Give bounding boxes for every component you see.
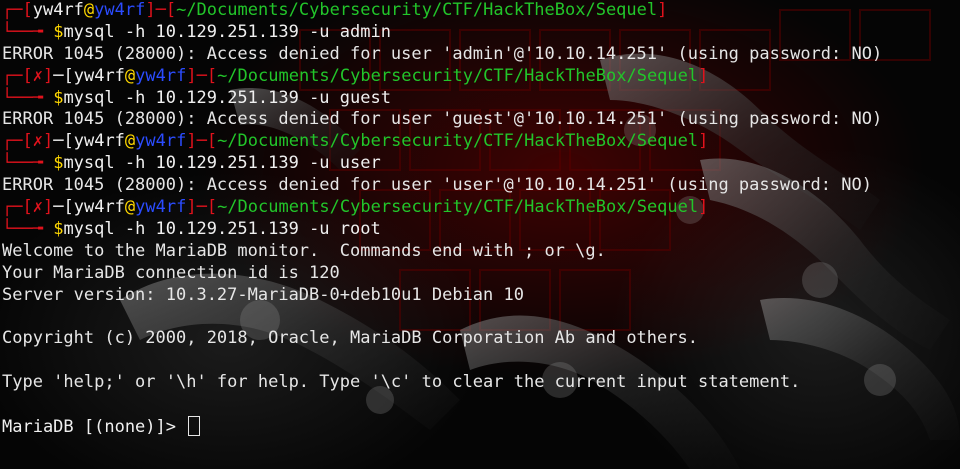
command-line: └──╼ $mysql -h 10.129.251.139 -u guest [2,88,960,110]
terminal-window[interactable]: ┌─[yw4rf@yw4rf]─[~/Documents/Cybersecuri… [0,0,960,469]
command-text: mysql -h 10.129.251.139 -u root [63,218,381,239]
prompt-host: yw4rf [135,131,187,152]
prompt-corner: ┌─ [2,197,23,218]
terminal-output: ┌─[yw4rf@yw4rf]─[~/Documents/Cybersecuri… [2,0,960,438]
prompt-corner: └──╼ [2,87,54,108]
prompt-symbol: $ [53,153,64,174]
prompt-bracket: ] [42,197,54,218]
prompt-at: @ [124,131,136,152]
prompt-bracket: [ [63,131,74,152]
prompt-symbol: $ [53,218,64,239]
output-line: Copyright (c) 2000, 2018, Oracle, MariaD… [2,328,698,349]
prompt-corner: ┌─ [2,65,23,86]
command-line: └──╼ $mysql -h 10.129.251.139 -u user [2,153,960,175]
command-text: mysql -h 10.129.251.139 -u guest [63,87,391,108]
prompt-corner: └──╼ [2,218,54,239]
prompt-host: yw4rf [94,0,146,20]
prompt-at: @ [83,0,95,20]
output-line: Server version: 10.3.27-MariaDB-0+deb10u… [2,284,524,305]
prompt-bracket: ]─[ [186,131,218,152]
prompt-user: yw4rf [73,197,125,218]
output-line: ERROR 1045 (28000): Access denied for us… [2,109,883,130]
prompt-bracket: ] [42,65,54,86]
mysql-prompt: MariaDB [(none)]> [2,416,187,437]
prompt-bracket: [ [22,197,33,218]
output-line: ERROR 1045 (28000): Access denied for us… [2,175,872,196]
prompt-path: ~/Documents/Cybersecurity/CTF/HackTheBox… [176,0,658,20]
prompt-corner: ┌─ [2,131,23,152]
prompt-path: ~/Documents/Cybersecurity/CTF/HackTheBox… [217,131,699,152]
prompt-bracket: [ [22,0,33,20]
prompt-bracket: [ [63,197,74,218]
prompt-bracket: ]─[ [186,197,218,218]
output-line: ERROR 1045 (28000): Access denied for us… [2,43,883,64]
exit-fail-mark: ✗ [32,197,43,218]
prompt-bracket: ] [698,197,709,218]
output-line: Welcome to the MariaDB monitor. Commands… [2,240,606,261]
prompt-dash: ─ [53,65,64,86]
prompt-host: yw4rf [135,197,187,218]
prompt-bracket: ]─[ [145,0,177,20]
prompt-bracket: [ [22,131,33,152]
prompt-bracket: ] [698,131,709,152]
prompt-bracket: ] [42,131,54,152]
prompt-bracket: ] [657,0,668,20]
output-line: Type 'help;' or '\h' for help. Type '\c'… [2,372,801,393]
prompt-at: @ [124,65,136,86]
prompt-user: yw4rf [73,65,125,86]
prompt-bracket: ]─[ [186,65,218,86]
exit-fail-mark: ✗ [32,131,43,152]
prompt-header-line: ┌─[✗]─[yw4rf@yw4rf]─[~/Documents/Cyberse… [2,66,960,88]
command-text: mysql -h 10.129.251.139 -u user [63,153,381,174]
command-text: mysql -h 10.129.251.139 -u admin [63,21,391,42]
output-line: Your MariaDB connection id is 120 [2,262,340,283]
prompt-dash: ─ [53,197,64,218]
prompt-user: yw4rf [32,0,84,20]
command-line: └──╼ $mysql -h 10.129.251.139 -u admin [2,22,960,44]
text-cursor[interactable] [188,415,201,436]
prompt-corner: ┌─ [2,0,23,20]
prompt-dash: ─ [53,131,64,152]
prompt-bracket: [ [22,65,33,86]
command-line: └──╼ $mysql -h 10.129.251.139 -u root [2,219,960,241]
prompt-bracket: [ [63,65,74,86]
prompt-header-line: ┌─[✗]─[yw4rf@yw4rf]─[~/Documents/Cyberse… [2,131,960,153]
prompt-header-line: ┌─[✗]─[yw4rf@yw4rf]─[~/Documents/Cyberse… [2,197,960,219]
prompt-symbol: $ [53,87,64,108]
prompt-path: ~/Documents/Cybersecurity/CTF/HackTheBox… [217,65,699,86]
exit-fail-mark: ✗ [32,65,43,86]
prompt-bracket: ] [698,65,709,86]
prompt-user: yw4rf [73,131,125,152]
mysql-prompt-line[interactable]: MariaDB [(none)]> [2,415,960,438]
prompt-corner: └──╼ [2,21,54,42]
prompt-header-line: ┌─[yw4rf@yw4rf]─[~/Documents/Cybersecuri… [2,0,960,22]
prompt-host: yw4rf [135,65,187,86]
prompt-corner: └──╼ [2,153,54,174]
prompt-at: @ [124,197,136,218]
prompt-symbol: $ [53,21,64,42]
prompt-path: ~/Documents/Cybersecurity/CTF/HackTheBox… [217,197,699,218]
